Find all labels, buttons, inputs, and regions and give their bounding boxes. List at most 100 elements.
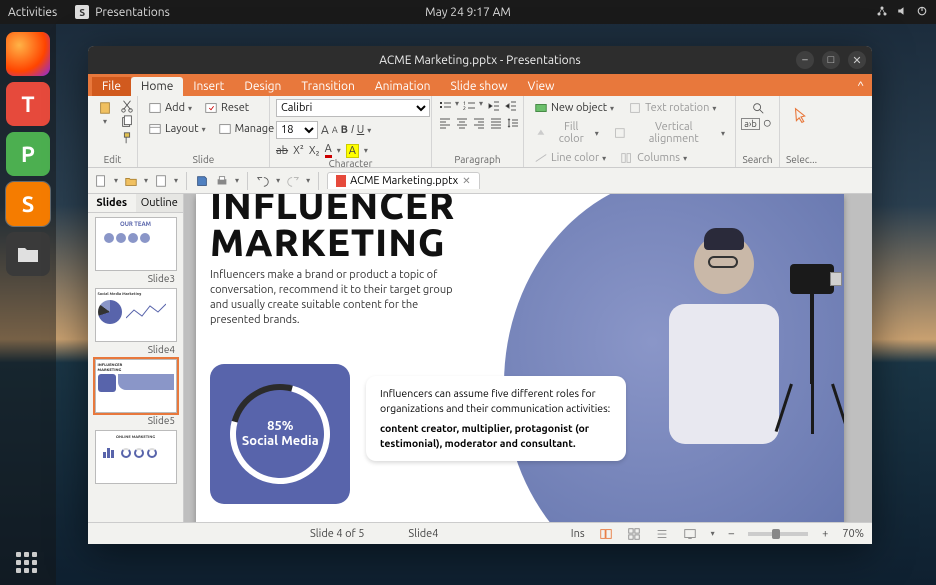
sub-button[interactable]: X₂	[309, 145, 320, 157]
font-family-select[interactable]: Calibri	[276, 99, 430, 117]
replace-icon[interactable]: a›b	[741, 118, 759, 130]
goto-icon[interactable]	[762, 118, 774, 130]
dock-textmaker[interactable]: T	[6, 82, 50, 126]
app-indicator[interactable]: S Presentations	[75, 5, 170, 19]
quick-access-toolbar: ▾ ▾ ▾ ▾ ▾ ▾ ACME Marketing.pptx ✕	[88, 168, 872, 194]
redo-icon[interactable]	[286, 174, 300, 188]
copy-icon[interactable]	[120, 115, 134, 129]
svg-text:2: 2	[463, 105, 466, 111]
ribbon-group-paragraph: Paragraph	[438, 154, 517, 167]
power-icon[interactable]	[916, 5, 928, 20]
zoom-level[interactable]: 70%	[842, 528, 864, 540]
new-doc-icon[interactable]	[94, 174, 108, 188]
volume-icon[interactable]	[896, 5, 908, 20]
menu-design[interactable]: Design	[234, 77, 291, 96]
shrink-font-icon[interactable]: A	[332, 125, 338, 135]
new-object-button[interactable]: New object ▾	[530, 99, 618, 117]
align-right-icon[interactable]	[472, 116, 486, 130]
ribbon: ▾ Edit Add ▾ Reset Layout ▾ Manage ▾	[88, 96, 872, 168]
bullets-icon[interactable]	[438, 99, 452, 113]
view-outline-icon[interactable]	[655, 527, 669, 541]
activities-button[interactable]: Activities	[8, 6, 57, 19]
fill-color-button[interactable]: Fill color ▾	[530, 119, 603, 147]
slide-thumb-4b[interactable]: INFLUENCERMARKETING	[95, 359, 177, 413]
insert-mode[interactable]: Ins	[571, 528, 585, 540]
line-color-button[interactable]: Line color ▾	[530, 149, 610, 167]
zoom-in[interactable]: +	[822, 528, 828, 540]
menu-animation[interactable]: Animation	[365, 77, 441, 96]
slide-body-text: Influencers make a brand or product a to…	[210, 268, 470, 327]
font-color-button[interactable]: A	[325, 143, 332, 158]
slide-counter: Slide 4 of 5	[310, 528, 364, 540]
align-left-icon[interactable]	[438, 116, 452, 130]
layout-button[interactable]: Layout ▾	[144, 120, 210, 138]
dock-firefox[interactable]	[6, 32, 50, 76]
tab-close-icon[interactable]: ✕	[462, 175, 470, 187]
vertical-align-button[interactable]: Vertical alignment ▾	[609, 119, 729, 147]
minimize-button[interactable]: –	[796, 51, 814, 69]
document-tab[interactable]: ACME Marketing.pptx ✕	[327, 172, 480, 189]
ribbon-group-select: Selec...	[786, 154, 816, 167]
slide-label: Slide4	[88, 344, 183, 355]
slide-name-status: Slide4	[408, 528, 438, 540]
strike-button[interactable]: ab	[276, 145, 288, 157]
view-show-icon[interactable]	[683, 527, 697, 541]
align-justify-icon[interactable]	[489, 116, 503, 130]
reset-slide-button[interactable]: Reset	[200, 99, 253, 117]
select-tool-icon[interactable]	[790, 105, 812, 127]
dec-indent-icon[interactable]	[486, 99, 500, 113]
clock[interactable]: May 24 9:17 AM	[425, 6, 511, 19]
italic-button[interactable]: I	[351, 124, 354, 136]
super-button[interactable]: X²	[293, 145, 304, 157]
slide-thumb-4a[interactable]: Social Media Marketing	[95, 288, 177, 342]
align-center-icon[interactable]	[455, 116, 469, 130]
underline-dropdown[interactable]: ▾	[367, 126, 371, 135]
font-size-select[interactable]: 18	[276, 121, 318, 139]
menu-slideshow[interactable]: Slide show	[440, 77, 517, 96]
find-icon[interactable]	[751, 101, 765, 115]
save-icon[interactable]	[195, 174, 209, 188]
slide-canvas[interactable]: INFLUENCERMARKETING Influencers make a b…	[184, 194, 872, 522]
text-rotation-button[interactable]: Text rotation ▾	[624, 99, 720, 117]
line-spacing-icon[interactable]	[506, 116, 520, 130]
add-slide-button[interactable]: Add ▾	[144, 99, 196, 117]
paste-button[interactable]: ▾	[94, 99, 116, 128]
close-button[interactable]: ✕	[848, 51, 866, 69]
dock-presentations[interactable]: S	[6, 182, 50, 226]
cut-icon[interactable]	[120, 99, 134, 113]
zoom-slider[interactable]	[748, 532, 808, 536]
titlebar: ACME Marketing.pptx - Presentations – □ …	[88, 46, 872, 74]
menu-home[interactable]: Home	[131, 77, 183, 96]
view-sorter-icon[interactable]	[627, 527, 641, 541]
view-normal-icon[interactable]	[599, 527, 613, 541]
underline-button[interactable]: U	[357, 124, 365, 136]
slide-thumb-5[interactable]: ONLINE MARKETING	[95, 430, 177, 484]
open-icon[interactable]	[124, 174, 138, 188]
network-icon[interactable]	[876, 5, 888, 20]
outline-tab[interactable]: Outline	[136, 194, 184, 212]
ribbon-collapse-icon[interactable]: ^	[847, 77, 872, 96]
grow-font-icon[interactable]: A	[321, 124, 329, 137]
slides-tab[interactable]: Slides	[88, 194, 136, 212]
print-icon[interactable]	[215, 174, 229, 188]
menu-transition[interactable]: Transition	[291, 77, 364, 96]
show-applications[interactable]	[16, 552, 37, 573]
slide-thumb-3[interactable]: OUR TEAM	[95, 217, 177, 271]
columns-button[interactable]: Columns ▾	[616, 149, 691, 167]
template-icon[interactable]	[154, 174, 168, 188]
undo-icon[interactable]	[256, 174, 270, 188]
menu-insert[interactable]: Insert	[183, 77, 234, 96]
format-painter-icon[interactable]	[120, 131, 134, 145]
numbering-icon[interactable]: 12	[462, 99, 476, 113]
dock-planmaker[interactable]: P	[6, 132, 50, 176]
slide-content: INFLUENCERMARKETING Influencers make a b…	[196, 194, 844, 522]
menu-view[interactable]: View	[518, 77, 565, 96]
zoom-out[interactable]: –	[729, 528, 734, 540]
highlight-button[interactable]: A	[346, 144, 359, 158]
menu-file[interactable]: File	[92, 77, 131, 96]
app-window: ACME Marketing.pptx - Presentations – □ …	[88, 46, 872, 544]
maximize-button[interactable]: □	[822, 51, 840, 69]
bold-button[interactable]: B	[341, 124, 348, 136]
dock-files[interactable]	[6, 232, 50, 276]
inc-indent-icon[interactable]	[503, 99, 517, 113]
